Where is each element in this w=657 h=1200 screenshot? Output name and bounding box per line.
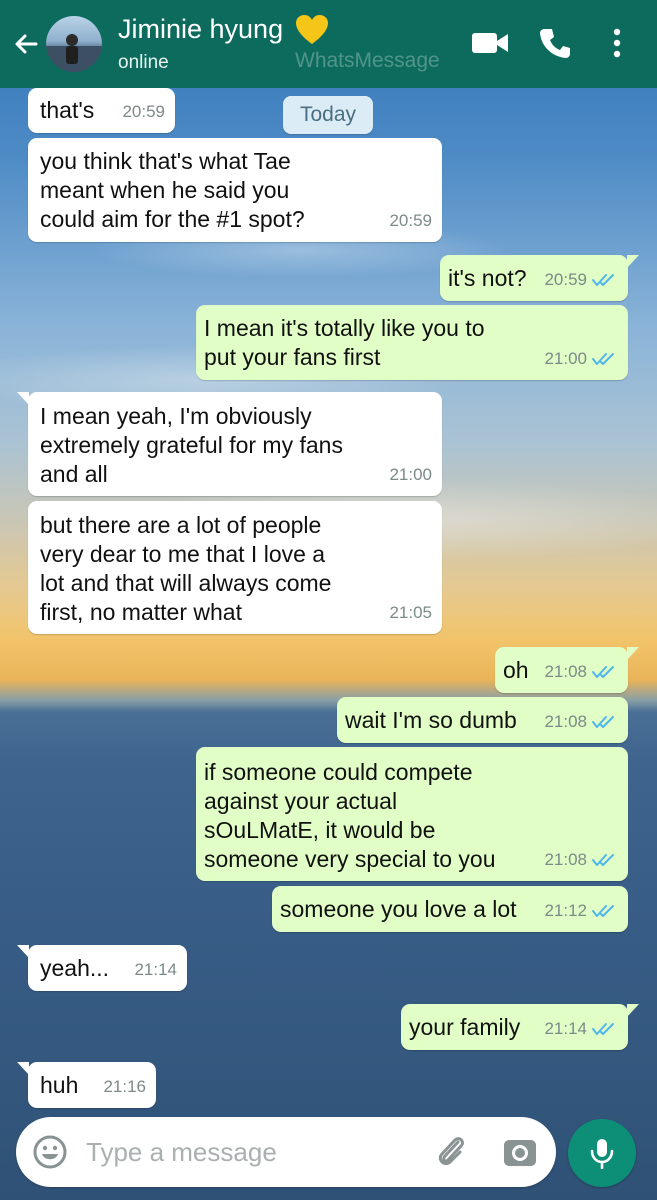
contact-avatar[interactable] <box>46 16 102 72</box>
read-receipt-icon <box>592 853 614 866</box>
message-time: 21:00 <box>544 349 587 368</box>
read-receipt-icon <box>592 715 614 728</box>
more-options-icon[interactable] <box>606 26 628 60</box>
outgoing-message[interactable]: your family 21:14 <box>401 1004 639 1050</box>
message-time: 20:59 <box>544 270 587 289</box>
message-text: I mean yeah, I'm obviously extremely gra… <box>40 403 343 487</box>
message-text: wait I'm so dumb <box>345 707 517 733</box>
video-call-icon[interactable] <box>470 28 510 58</box>
outgoing-message[interactable]: someone you love a lot 21:12 <box>272 886 628 932</box>
date-chip: Today <box>283 96 373 134</box>
message-time: 21:12 <box>544 901 587 920</box>
phone-icon[interactable] <box>538 26 572 60</box>
message-text: you think that's what Tae meant when he … <box>40 148 305 232</box>
contact-name[interactable]: Jiminie hyung <box>118 14 283 45</box>
message-composer <box>16 1117 556 1187</box>
attach-icon[interactable] <box>434 1134 468 1170</box>
message-time: 20:59 <box>389 211 432 230</box>
message-time: 21:08 <box>544 712 587 731</box>
contact-status: online <box>118 52 169 73</box>
message-time: 21:08 <box>544 662 587 681</box>
message-text: that's <box>40 97 95 123</box>
message-text: oh <box>503 657 529 683</box>
incoming-message[interactable]: that's 20:59 <box>28 88 175 133</box>
read-receipt-icon <box>592 904 614 917</box>
incoming-message[interactable]: you think that's what Tae meant when he … <box>28 138 442 242</box>
message-time: 21:08 <box>544 850 587 869</box>
camera-icon[interactable] <box>502 1134 538 1170</box>
message-text: your family <box>409 1014 521 1040</box>
message-input[interactable] <box>86 1134 406 1170</box>
incoming-message[interactable]: yeah... 21:14 <box>17 945 187 991</box>
message-text: if someone could compete against your ac… <box>204 759 496 872</box>
message-text: someone you love a lot <box>280 896 517 922</box>
message-time: 21:00 <box>389 465 432 484</box>
message-text: it's not? <box>448 265 527 291</box>
incoming-message[interactable]: I mean yeah, I'm obviously extremely gra… <box>17 392 442 496</box>
outgoing-message[interactable]: if someone could compete against your ac… <box>196 747 628 881</box>
read-receipt-icon <box>592 273 614 286</box>
voice-message-button[interactable] <box>568 1119 636 1187</box>
outgoing-message[interactable]: oh 21:08 <box>495 647 639 693</box>
incoming-message[interactable]: huh 21:16 <box>17 1062 156 1108</box>
message-text: but there are a lot of people very dear … <box>40 512 332 625</box>
message-time: 21:14 <box>544 1019 587 1038</box>
outgoing-message[interactable]: I mean it's totally like you to put your… <box>196 305 628 380</box>
mic-icon <box>590 1139 614 1169</box>
message-time: 21:05 <box>389 603 432 622</box>
message-text: huh <box>40 1072 79 1098</box>
back-arrow-icon[interactable] <box>10 28 42 60</box>
message-time: 21:14 <box>134 960 177 979</box>
incoming-message[interactable]: but there are a lot of people very dear … <box>28 501 442 634</box>
message-time: 20:59 <box>122 102 165 121</box>
message-time: 21:16 <box>103 1077 146 1096</box>
read-receipt-icon <box>592 665 614 678</box>
message-text: yeah... <box>40 955 110 981</box>
outgoing-message[interactable]: wait I'm so dumb 21:08 <box>337 697 628 743</box>
watermark-text: WhatsMessage <box>295 49 440 72</box>
emoji-icon[interactable] <box>32 1134 68 1170</box>
read-receipt-icon <box>592 1022 614 1035</box>
message-text: I mean it's totally like you to put your… <box>204 315 485 370</box>
chat-header: Jiminie hyung online WhatsMessage <box>0 0 657 88</box>
outgoing-message[interactable]: it's not? 20:59 <box>440 255 639 301</box>
heart-icon <box>296 15 328 44</box>
read-receipt-icon <box>592 352 614 365</box>
